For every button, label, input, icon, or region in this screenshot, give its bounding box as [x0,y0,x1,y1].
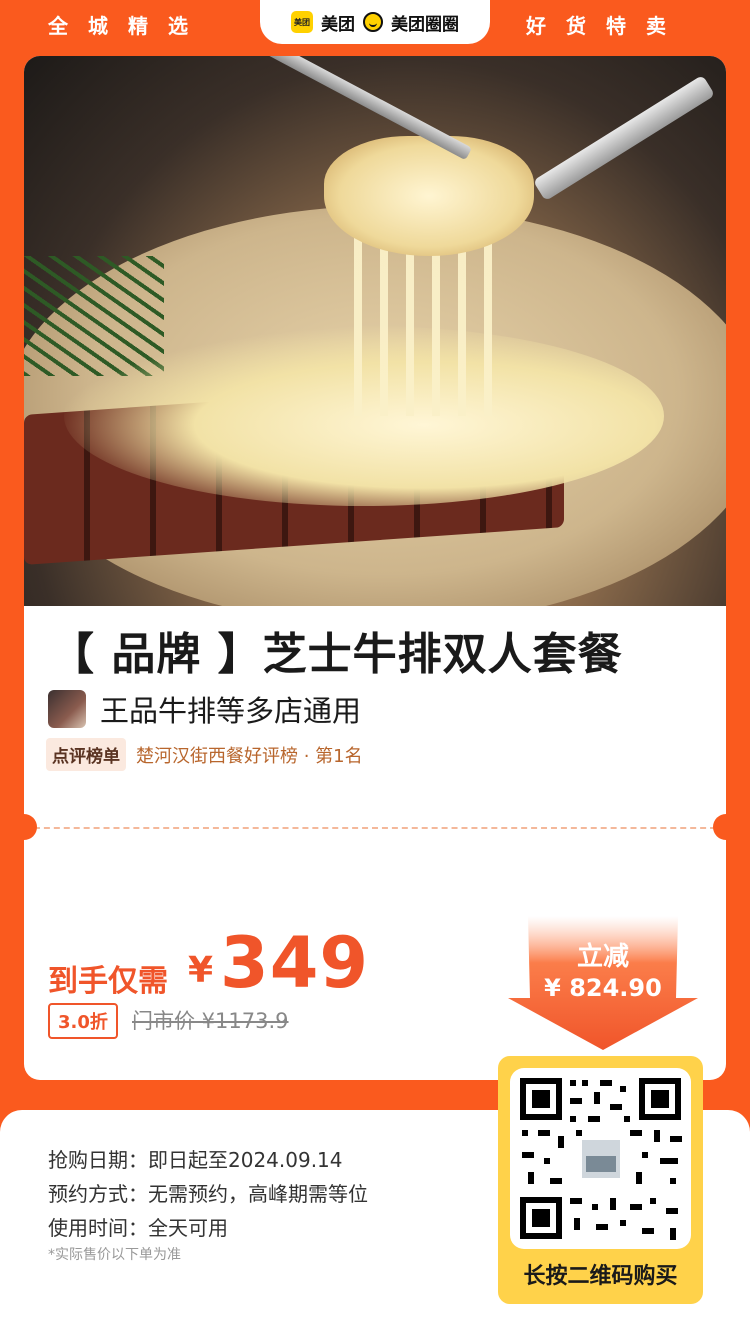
brand-tab: 美团 美团 美团圈圈 [260,0,490,44]
ticket-notch-left [11,814,37,840]
brand-quanquan: 美团圈圈 [391,14,459,35]
reservation-value: 无需预约，高峰期需等位 [148,1182,368,1206]
discount-badge: 3.0折 [48,1003,118,1039]
knife-icon [235,56,473,161]
price-currency: ¥ [188,950,214,991]
price-label: 到手仅需 [48,964,168,999]
usage-time-value: 全天可用 [148,1216,228,1240]
shop-row: 王品牛排等多店通用 [48,688,361,730]
reduce-label: 立减 [576,942,629,972]
smile-icon [363,12,383,32]
reduce-value: ¥ 824.90 [544,974,662,1002]
qr-code-panel[interactable]: 长按二维码购买 [498,1056,703,1304]
market-price: 门市价 ¥1173.9 [132,1009,289,1033]
product-photo [24,56,726,606]
reservation-row: 预约方式：无需预约，高峰期需等位 [48,1178,368,1207]
product-title: 【 品牌 】芝士牛排双人套餐 [50,629,623,680]
fork-icon [532,74,716,202]
purchase-date-key: 抢购日期： [48,1148,148,1172]
brand-meituan: 美团 [321,14,355,35]
dashed-divider [24,827,726,829]
price-value: 349 [220,922,370,1004]
shop-avatar [48,690,86,728]
usage-time-key: 使用时间： [48,1216,148,1240]
meituan-logo-icon: 美团 [291,11,313,33]
cheese-bite [324,136,534,256]
rank-text: 楚河汉街西餐好评榜 · 第1名 [136,745,363,767]
shop-name: 王品牛排等多店通用 [100,694,362,728]
ticket-notch-right [713,814,739,840]
purchase-date-value: 即日起至2024.09.14 [148,1148,343,1172]
usage-time-row: 使用时间：全天可用 [48,1212,228,1241]
reservation-key: 预约方式： [48,1182,148,1206]
cheese-strings [354,236,504,416]
poster-background: 全城精选 美团 美团 美团圈圈 好货特卖 【 品牌 】芝士牛排双人套餐 王品牛排… [0,0,750,1334]
qr-code[interactable] [510,1068,691,1249]
purchase-date-row: 抢购日期：即日起至2024.09.14 [48,1144,343,1173]
rank-badge: 点评榜单 [46,738,126,771]
header-left-text: 全城精选 [48,14,208,38]
header-right-text: 好货特卖 [526,14,686,38]
qr-code-icon [520,1078,682,1240]
rank-row: 点评榜单 楚河汉街西餐好评榜 · 第1名 [46,738,363,771]
price-note: *实际售价以下单为准 [48,1247,181,1263]
reduce-arrow-badge: 立减 ¥ 824.90 [508,916,698,1050]
top-bar: 全城精选 美团 美团 美团圈圈 好货特卖 [0,0,750,46]
qr-label: 长按二维码购买 [523,1264,678,1289]
